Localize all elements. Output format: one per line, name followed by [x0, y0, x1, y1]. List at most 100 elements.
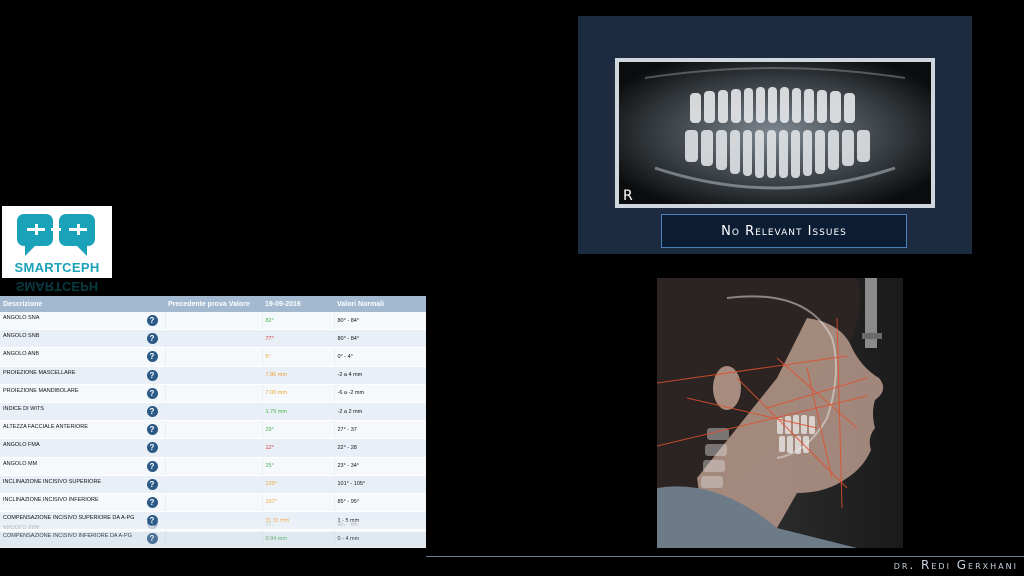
row-previous-value [165, 312, 263, 331]
question-circle-icon[interactable]: ? [146, 406, 158, 418]
row-previous-value [165, 384, 263, 403]
row-previous-value [165, 329, 263, 349]
question-circle-icon[interactable]: ? [146, 351, 158, 363]
table-row: ? INDICE DI WITS 1.79 mm -2 a 2 mm [0, 402, 426, 422]
row-description-cell: ? ANGOLO SNA [0, 520, 165, 532]
row-previous-value [165, 438, 263, 458]
row-description: ANGOLO SNB [3, 333, 40, 340]
row-description-cell: ? ANGOLO MM [0, 457, 166, 476]
question-circle-icon[interactable]: ? [146, 460, 158, 472]
row-normal-values: -2 a 4 mm [334, 366, 426, 385]
panoramic-xray-panel: R No Relevant Issues [578, 16, 972, 254]
table-header-row [0, 532, 426, 548]
row-description-cell: ? ANGOLO ANB [0, 347, 166, 367]
question-circle-icon[interactable]: ? [146, 369, 158, 381]
row-current-value: 5° [262, 347, 335, 367]
row-previous-value [165, 347, 263, 367]
row-normal-values: 80° - 84° [334, 520, 426, 532]
header-previous: Precedente prova Valore [165, 296, 262, 312]
row-current-value: 82° [262, 312, 335, 331]
table-header-row: Descrizione Precedente prova Valore 19-0… [0, 296, 426, 312]
row-normal-values: 101° - 105° [334, 475, 426, 494]
header-date [262, 532, 334, 548]
question-circle-icon[interactable]: ? [146, 315, 158, 327]
row-current-value: 82° [262, 520, 334, 532]
header-normal-values [334, 532, 426, 548]
row-description: INCLINAZIONE INCISIVO SUPERIORE [3, 478, 102, 485]
table-row: ? ANGOLO MM 25° 23° - 34° [0, 457, 426, 476]
row-description: ANGOLO MM [3, 460, 38, 467]
row-normal-values: -6 a -2 mm [334, 384, 426, 403]
row-normal-values: 23° - 34° [334, 457, 426, 476]
row-description: ANGOLO SNA [3, 522, 40, 529]
logo-mark-icon [17, 214, 95, 256]
row-normal-values: -2 a 2 mm [334, 402, 426, 422]
row-current-value: 29° [262, 420, 335, 440]
row-previous-value [165, 475, 263, 494]
pano-status-badge: No Relevant Issues [661, 214, 907, 248]
lateral-ceph-image [657, 278, 903, 548]
header-description: Descrizione [0, 296, 165, 312]
question-circle-icon[interactable]: ? [146, 387, 158, 399]
row-description: ANGOLO SNA [3, 315, 40, 322]
row-normal-values: 22° - 28 [334, 438, 426, 458]
row-description: PROIEZIONE MANDIBOLARE [3, 387, 79, 394]
cephalometric-table: Descrizione Precedente prova Valore 19-0… [0, 296, 426, 548]
row-description: INDICE DI WITS [3, 406, 44, 413]
table-row: ? ANGOLO SNB 77° 80° - 84° [0, 329, 426, 349]
row-current-value: 120° [262, 475, 335, 494]
question-circle-icon[interactable]: ? [146, 424, 158, 436]
question-circle-icon[interactable]: ? [146, 333, 158, 345]
row-description: ANGOLO ANB [3, 351, 40, 358]
row-current-value: 1.79 mm [262, 402, 335, 422]
row-description-cell: ? ANGOLO SNA [0, 312, 166, 331]
row-current-value: 7.00 mm [262, 384, 335, 403]
table-reflection: ?ANGOLO SNA82°80° - 84°?ANGOLO SNB77°80°… [0, 520, 426, 548]
row-current-value: 107° [262, 493, 335, 513]
row-description-cell: ? INDICE DI WITS [0, 402, 166, 422]
row-current-value: 25° [262, 457, 335, 476]
table-row: ? INCLINAZIONE INCISIVO INFERIORE 107° 85° … [0, 493, 426, 513]
pano-side-marker: R [623, 188, 633, 204]
table-row: ? ANGOLO FMA 12° 22° - 28 [0, 438, 426, 458]
row-description: ANGOLO FMA [3, 442, 40, 449]
row-description-cell: ? ANGOLO FMA [0, 438, 166, 458]
footer-signature: dr. Redi Gerxhani [893, 558, 1018, 572]
row-description: INCLINAZIONE INCISIVO INFERIORE [3, 496, 99, 503]
question-circle-icon[interactable]: ? [146, 442, 158, 454]
row-current-value: 7.86 mm [262, 366, 335, 385]
row-description-cell: ? INCLINAZIONE INCISIVO SUPERIORE [0, 475, 166, 494]
table-row: ? ALTEZZA FACCIALE ANTERIORE 29° 27° - 37 [0, 420, 426, 440]
row-normal-values: 27° - 37 [334, 420, 426, 440]
row-previous-value [165, 457, 263, 476]
row-description: ALTEZZA FACCIALE ANTERIORE [3, 424, 88, 431]
logo-text: SMARTCEPH [14, 260, 100, 275]
row-description-cell: ? ANGOLO SNB [0, 329, 166, 349]
panoramic-xray-image: R [615, 58, 935, 208]
header-normal-values: Valori Normali [334, 296, 426, 312]
row-previous-value [165, 366, 263, 385]
row-normal-values: 85° - 95° [334, 493, 426, 513]
question-circle-icon[interactable]: ? [146, 496, 158, 508]
smartceph-logo: SMARTCEPH [2, 206, 112, 278]
table-row: ? ANGOLO SNA 82° 80° - 84° [0, 312, 426, 331]
header-previous [165, 532, 262, 548]
row-description-cell: ? PROIEZIONE MANDIBOLARE [0, 384, 166, 403]
question-circle-icon[interactable]: ? [146, 478, 158, 490]
table-row: ? INCLINAZIONE INCISIVO SUPERIORE 120° 101°… [0, 475, 426, 494]
row-current-value: 77° [262, 329, 335, 349]
row-description-cell: ? PROIEZIONE MASCELLARE [0, 366, 166, 385]
row-previous-value [165, 420, 263, 440]
header-date: 19-09-2016 [262, 296, 334, 312]
row-normal-values: 0° - 4° [334, 347, 426, 367]
footer-divider [426, 556, 1024, 557]
row-description: PROIEZIONE MASCELLARE [3, 369, 76, 376]
row-previous-value [165, 402, 263, 422]
question-circle-icon[interactable]: ? [146, 520, 158, 529]
table-row: ? PROIEZIONE MASCELLARE 7.86 mm -2 a 4 mm [0, 366, 426, 385]
table-row: ? ANGOLO SNA 82° 80° - 84° [0, 520, 426, 532]
logo-reflection: SMARTCEPH [15, 279, 99, 294]
table-row: ? ANGOLO ANB 5° 0° - 4° [0, 347, 426, 367]
row-description-cell: ? INCLINAZIONE INCISIVO INFERIORE [0, 493, 166, 513]
row-previous-value [165, 520, 262, 532]
